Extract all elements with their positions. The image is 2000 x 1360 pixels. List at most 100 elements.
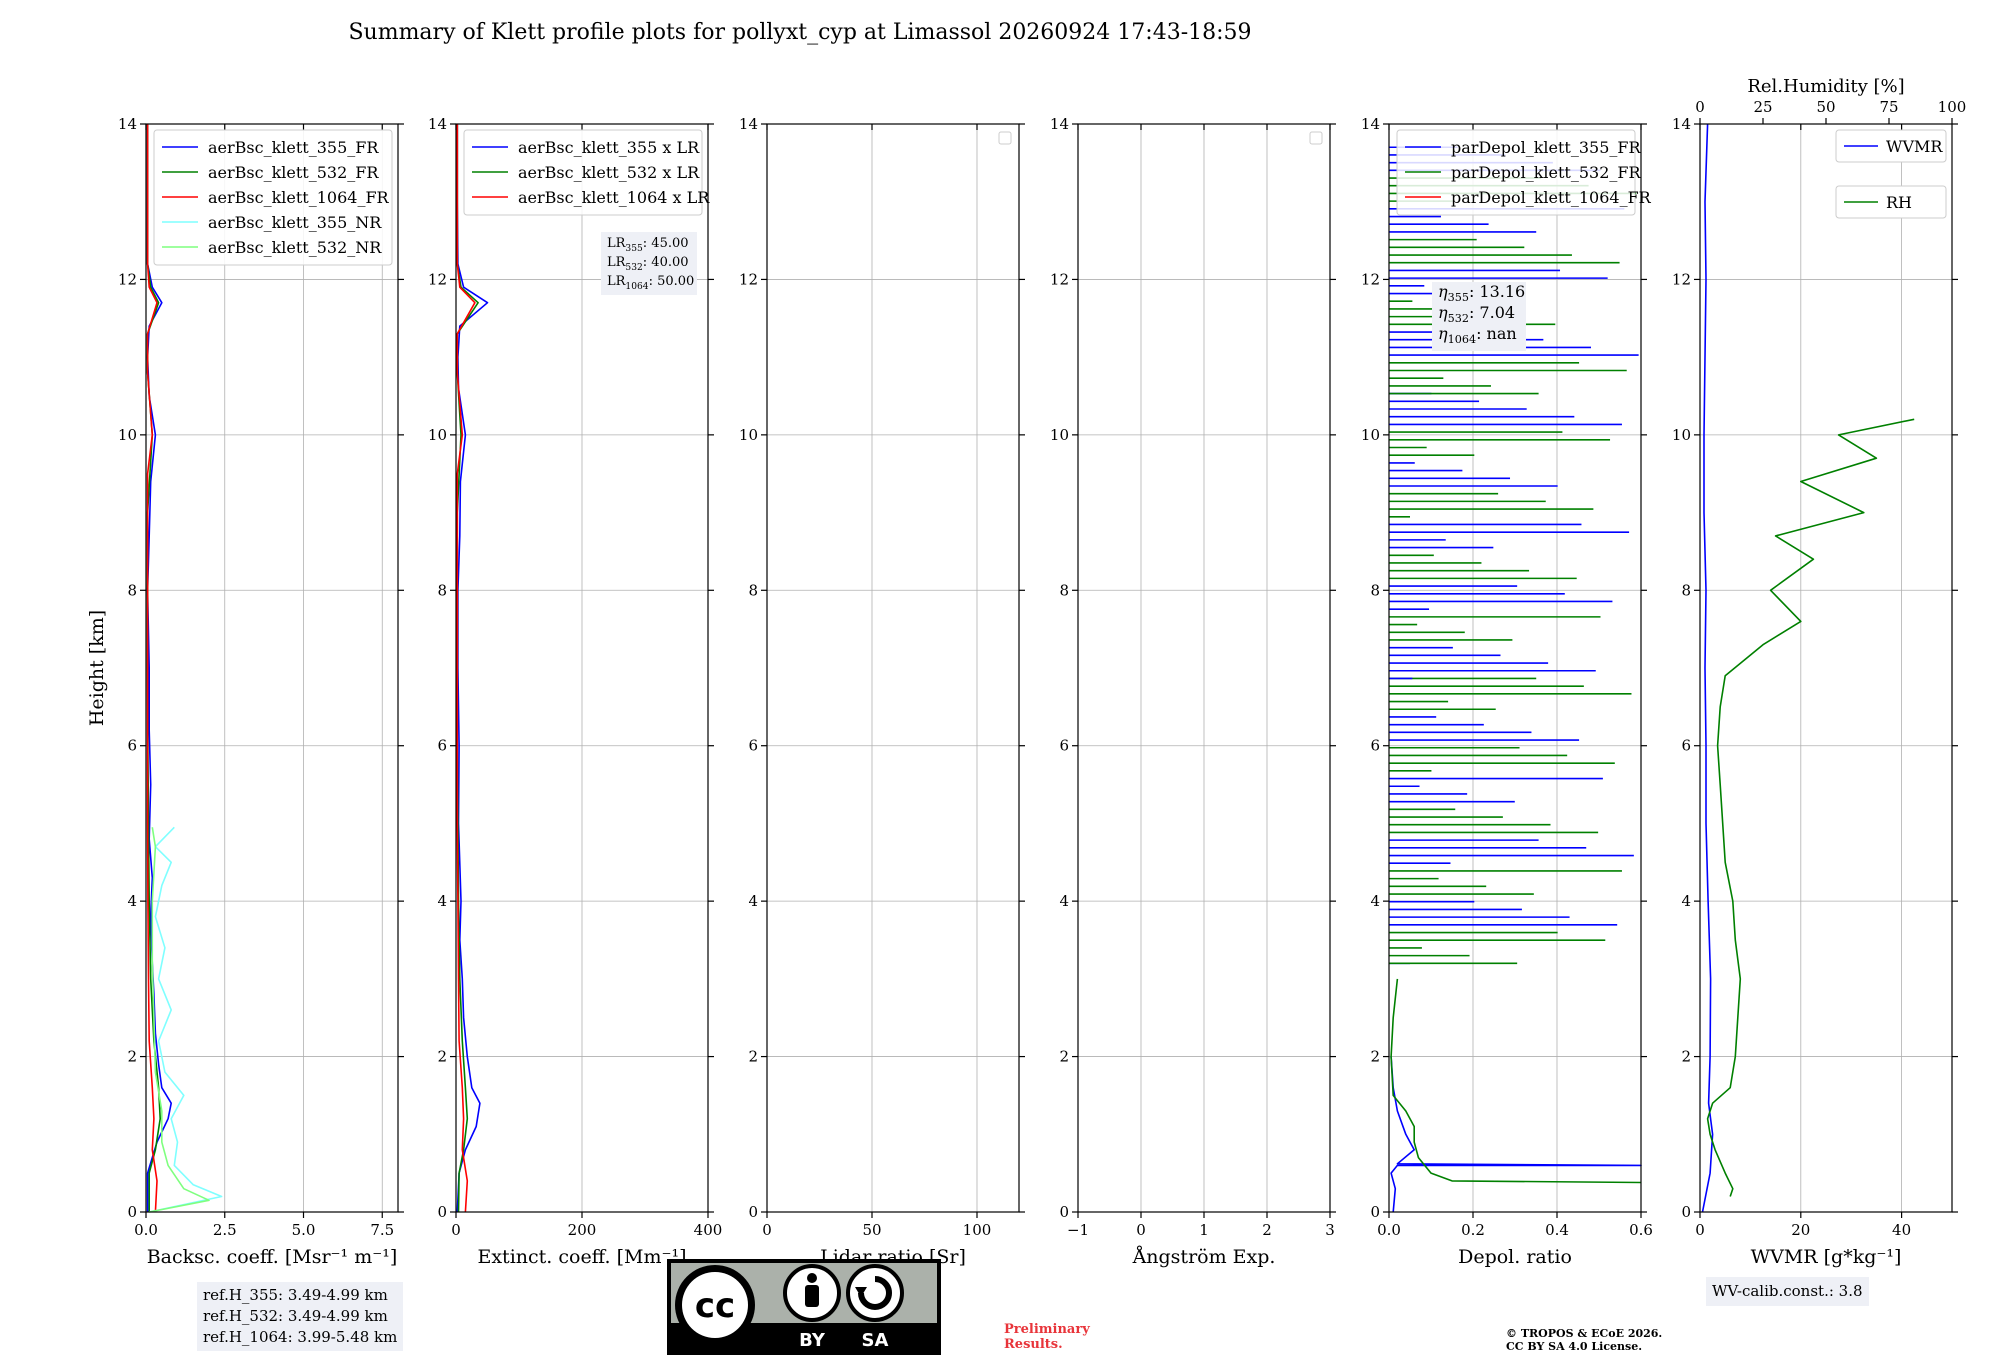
y-tick-label: 6 xyxy=(1370,737,1380,755)
y-tick-label: 14 xyxy=(428,115,447,133)
y-tick-label: 12 xyxy=(1672,270,1691,288)
panel-backscatter xyxy=(140,123,404,1218)
preliminary-line1: Preliminary xyxy=(1004,1322,1090,1337)
lidar-ratio-box: LR355: 45.00LR532: 40.00LR1064: 50.00 xyxy=(601,232,697,295)
y-tick-label: 2 xyxy=(1681,1048,1691,1066)
y-tick-label: 12 xyxy=(739,270,758,288)
ref-height-355: ref.H_355: 3.49-4.99 km xyxy=(203,1286,388,1304)
y-tick-label: 0 xyxy=(1059,1203,1069,1221)
series-line-WVMR xyxy=(1701,123,1714,1213)
x-axis-label: Ångström Exp. xyxy=(1132,1246,1276,1268)
y-tick-label: 14 xyxy=(739,115,758,133)
series-line-parDepol_klett_355_FR xyxy=(1390,1056,1642,1213)
x-axis-label: Depol. ratio xyxy=(1458,1246,1572,1268)
x-tick-label: 100 xyxy=(963,1221,992,1239)
x-tick-label: 0.0 xyxy=(134,1221,158,1239)
y-tick-label: 6 xyxy=(1681,737,1691,755)
y-tick-label: 0 xyxy=(127,1203,137,1221)
svg-text:cc: cc xyxy=(695,1286,735,1326)
legend-entry: parDepol_klett_355_FR xyxy=(1451,138,1642,157)
y-tick-label: 10 xyxy=(1361,426,1380,444)
y-tick-label: 0 xyxy=(437,1203,447,1221)
cc-sa-label: SA xyxy=(862,1330,889,1351)
x2-tick-label: 100 xyxy=(1938,98,1967,116)
y-tick-label: 14 xyxy=(118,115,137,133)
eta-box: η355: 13.16η532: 7.04η1064: nan xyxy=(1432,282,1526,351)
y-tick-label: 10 xyxy=(118,426,137,444)
y-tick-label: 2 xyxy=(1059,1048,1069,1066)
y-tick-label: 10 xyxy=(739,426,758,444)
y-tick-label: 14 xyxy=(1050,115,1069,133)
rh-axis-label: Rel.Humidity [%] xyxy=(1747,76,1904,97)
preliminary-note: Preliminary Results. xyxy=(1004,1322,1090,1352)
copyright-line2: CC BY SA 4.0 License. xyxy=(1506,1340,1643,1353)
y-tick-label: 8 xyxy=(748,581,758,599)
y-tick-label: 12 xyxy=(428,270,447,288)
panel-lidar_ratio xyxy=(761,123,1025,1218)
x2-tick-label: 25 xyxy=(1753,98,1772,116)
figure-title: Summary of Klett profile plots for polly… xyxy=(348,20,1252,45)
panel-water_vapor xyxy=(1694,118,1958,1218)
x-tick-label: 0 xyxy=(1136,1221,1146,1239)
x-tick-label: 0 xyxy=(1695,1221,1705,1239)
x-tick-label: −1 xyxy=(1067,1221,1089,1239)
legend-entry: aerBsc_klett_532_FR xyxy=(208,163,379,182)
axes-frame xyxy=(1699,123,1953,1213)
wv-calibration-box: WV-calib.const.: 3.8 xyxy=(1706,1277,1869,1306)
x-tick-label: 200 xyxy=(568,1221,597,1239)
y-tick-label: 14 xyxy=(1361,115,1380,133)
x-tick-label: 0 xyxy=(762,1221,772,1239)
reference-height-box: ref.H_355: 3.49-4.99 km ref.H_532: 3.49-… xyxy=(197,1282,404,1351)
y-tick-label: 4 xyxy=(437,892,447,910)
y-tick-label: 0 xyxy=(1681,1203,1691,1221)
series-line-aerBsc_klett_532_NR xyxy=(149,827,210,1213)
y-tick-label: 0 xyxy=(748,1203,758,1221)
empty-legend-box xyxy=(1309,131,1323,145)
preliminary-line2: Results. xyxy=(1004,1337,1063,1352)
y-tick-label: 0 xyxy=(1370,1203,1380,1221)
legend-entry: aerBsc_klett_532 x LR xyxy=(518,163,700,182)
y-tick-label: 10 xyxy=(428,426,447,444)
x-tick-label: 3 xyxy=(1325,1221,1335,1239)
y-tick-label: 2 xyxy=(1370,1048,1380,1066)
y-tick-label: 4 xyxy=(1370,892,1380,910)
x-tick-label: 0.2 xyxy=(1461,1221,1485,1239)
legend-entry: aerBsc_klett_532_NR xyxy=(208,238,382,257)
x-tick-label: 40 xyxy=(1892,1221,1911,1239)
y-tick-label: 4 xyxy=(748,892,758,910)
y-tick-label: 12 xyxy=(118,270,137,288)
x2-tick-label: 0 xyxy=(1695,98,1705,116)
y-tick-label: 6 xyxy=(127,737,137,755)
x-axis-label: Extinct. coeff. [Mm⁻¹] xyxy=(477,1246,686,1268)
empty-legend-box xyxy=(998,131,1012,145)
y-tick-label: 4 xyxy=(127,892,137,910)
legend-entry: WVMR xyxy=(1886,137,1943,156)
y-tick-label: 8 xyxy=(1370,581,1380,599)
legend-entry: parDepol_klett_1064_FR xyxy=(1451,188,1652,207)
axes-frame xyxy=(145,123,399,1213)
x-tick-label: 5.0 xyxy=(292,1221,316,1239)
x2-tick-label: 50 xyxy=(1816,98,1835,116)
x-tick-label: 2.5 xyxy=(213,1221,237,1239)
y-tick-label: 4 xyxy=(1681,892,1691,910)
copyright-line1: © TROPOS & ECoE 2026. xyxy=(1506,1327,1663,1340)
x-axis-label: Backsc. coeff. [Msr⁻¹ m⁻¹] xyxy=(147,1246,398,1268)
legend-entry: parDepol_klett_532_FR xyxy=(1451,163,1642,182)
series-line-aerBsc_klett_355_NR xyxy=(149,826,223,1213)
x-tick-label: 1 xyxy=(1199,1221,1209,1239)
y-tick-label: 8 xyxy=(127,581,137,599)
x-tick-label: 20 xyxy=(1791,1221,1810,1239)
series-line-parDepol_klett_532_FR xyxy=(1390,978,1642,1184)
y-tick-label: 6 xyxy=(748,737,758,755)
y-tick-label: 2 xyxy=(127,1048,137,1066)
y-tick-label: 12 xyxy=(1361,270,1380,288)
y-tick-label: 8 xyxy=(1681,581,1691,599)
cc-license-badge: cc BY SA xyxy=(667,1259,941,1355)
cc-by-label: BY xyxy=(799,1330,826,1351)
x-tick-label: 50 xyxy=(862,1221,881,1239)
y-axis-label: Height [km] xyxy=(86,610,108,726)
x2-tick-label: 75 xyxy=(1879,98,1898,116)
legend-entry: aerBsc_klett_355 x LR xyxy=(518,138,700,157)
legend-entry: aerBsc_klett_1064 x LR xyxy=(518,188,710,207)
x-tick-label: 7.5 xyxy=(370,1221,394,1239)
